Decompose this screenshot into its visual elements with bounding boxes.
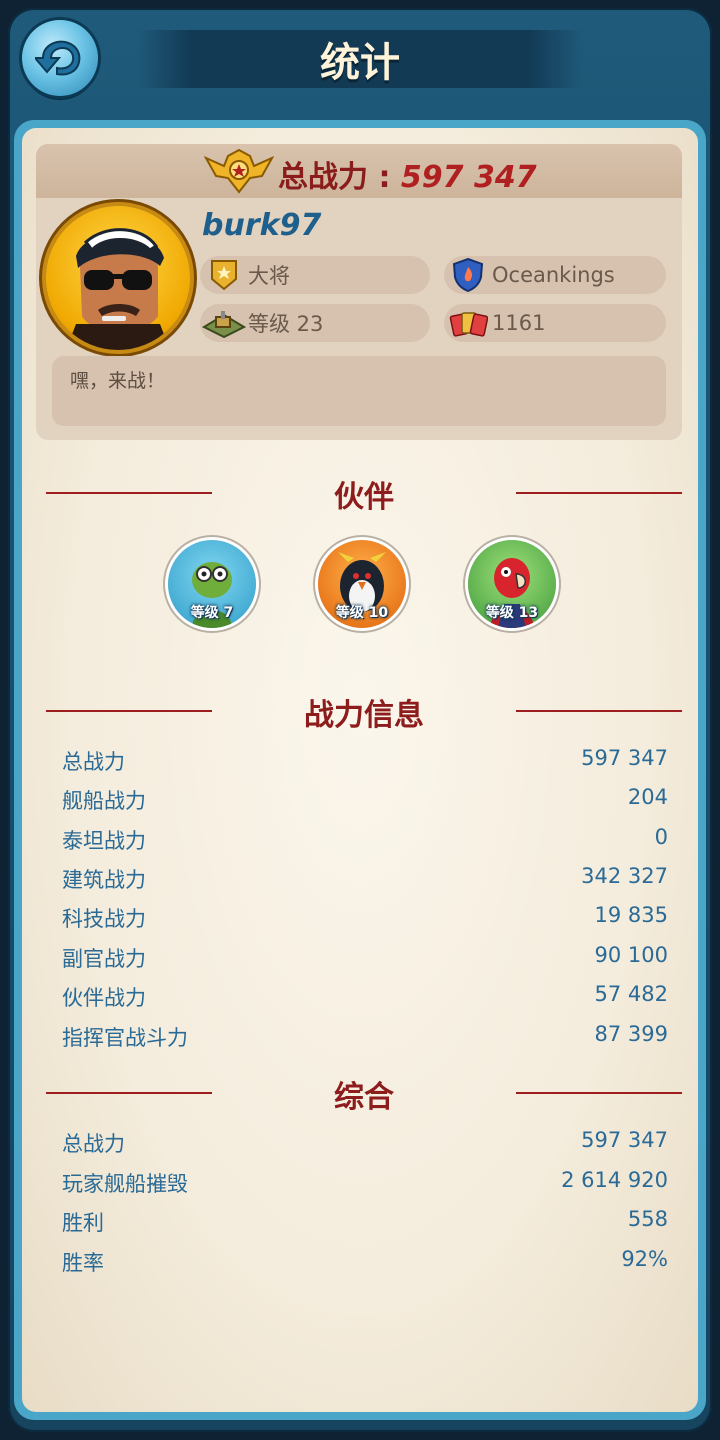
stat-row: 伙伴战力 57 482 — [62, 978, 668, 1016]
level-text: 等级 23 — [248, 312, 324, 336]
stat-value: 92% — [621, 1247, 668, 1271]
motto-text: 嘿，来战！ — [52, 356, 666, 426]
stat-value: 19 835 — [594, 903, 668, 927]
partner-level: 等级 7 — [190, 605, 234, 621]
divider-right — [516, 710, 682, 712]
stat-value: 2 614 920 — [561, 1168, 668, 1192]
stat-label: 总战力 — [62, 1132, 125, 1156]
total-power-value: 597 347 — [400, 160, 537, 195]
stat-label: 建筑战力 — [62, 868, 146, 892]
cards-pill: 1161 — [444, 304, 666, 342]
total-power-label: 总战力 : 597 347 — [278, 152, 537, 196]
stat-row: 泰坦战力 0 — [62, 821, 668, 859]
stat-row: 指挥官战斗力 87 399 — [62, 1018, 668, 1056]
stat-label: 玩家舰船摧毁 — [62, 1172, 188, 1196]
stat-label: 胜率 — [62, 1251, 104, 1275]
stat-row: 副官战力 90 100 — [62, 939, 668, 977]
stat-label: 指挥官战斗力 — [62, 1026, 188, 1050]
rank-text: 大将 — [248, 264, 290, 288]
stat-row: 科技战力 19 835 — [62, 899, 668, 937]
stat-row: 玩家舰船摧毁 2 614 920 — [62, 1164, 668, 1202]
commander-portrait-icon — [66, 228, 170, 350]
stat-label: 科技战力 — [62, 907, 146, 931]
stat-row: 总战力 597 347 — [62, 1124, 668, 1162]
stat-row: 胜率 92% — [62, 1243, 668, 1281]
stats-panel: 总战力 : 597 347 burk97 大将 Oceankings 等级 23… — [14, 120, 706, 1420]
stat-label: 副官战力 — [62, 947, 146, 971]
total-power-banner: 总战力 : 597 347 — [36, 144, 682, 198]
stat-value: 87 399 — [594, 1022, 668, 1046]
stat-value: 597 347 — [581, 746, 668, 770]
paper-background: 总战力 : 597 347 burk97 大将 Oceankings 等级 23… — [22, 128, 698, 1412]
partners-title: 伙伴 — [334, 480, 394, 515]
back-arrow-icon — [35, 40, 81, 76]
eagle-emblem-icon — [204, 148, 274, 194]
alliance-pill[interactable]: Oceankings — [444, 256, 666, 294]
stat-label: 泰坦战力 — [62, 829, 146, 853]
stat-label: 伙伴战力 — [62, 986, 146, 1010]
partner-level: 等级 10 — [335, 605, 389, 621]
alliance-shield-icon — [446, 256, 490, 294]
total-power-caption: 总战力 : — [278, 160, 391, 195]
power-info-section-header: 战力信息 — [46, 690, 682, 733]
stat-value: 0 — [654, 825, 668, 849]
level-pill: 等级 23 — [200, 304, 430, 342]
divider-right — [516, 1092, 682, 1094]
summary-title: 综合 — [334, 1080, 394, 1115]
partner-penguin[interactable]: 等级 10 — [318, 540, 406, 628]
stat-value: 204 — [627, 785, 668, 809]
stat-row: 总战力 597 347 — [62, 742, 668, 780]
partners-section-header: 伙伴 — [46, 472, 682, 515]
summary-section-header: 综合 — [46, 1072, 682, 1115]
title-bar: 统计 — [138, 30, 582, 88]
alliance-name: Oceankings — [492, 263, 615, 287]
stat-value: 342 327 — [581, 864, 668, 888]
page-title: 统计 — [320, 40, 400, 86]
stat-row: 舰船战力 204 — [62, 781, 668, 819]
cards-count: 1161 — [492, 311, 546, 335]
stat-label: 胜利 — [62, 1211, 104, 1235]
rank-pill: 大将 — [200, 256, 430, 294]
avatar[interactable] — [46, 206, 190, 350]
partner-parrot[interactable]: 等级 13 — [468, 540, 556, 628]
stat-value: 558 — [627, 1207, 668, 1231]
rank-insignia-icon — [202, 256, 246, 294]
stat-label: 总战力 — [62, 750, 125, 774]
back-button[interactable] — [22, 20, 98, 96]
partner-turtle[interactable]: 等级 7 — [168, 540, 256, 628]
stat-row: 建筑战力 342 327 — [62, 860, 668, 898]
cards-icon — [446, 304, 490, 342]
stat-label: 舰船战力 — [62, 789, 146, 813]
profile-card: 总战力 : 597 347 burk97 大将 Oceankings 等级 23… — [36, 144, 682, 440]
username: burk97 — [202, 208, 322, 243]
stat-value: 597 347 — [581, 1128, 668, 1152]
stat-row: 胜利 558 — [62, 1203, 668, 1241]
base-level-icon — [202, 304, 246, 342]
divider-right — [516, 492, 682, 494]
stat-value: 90 100 — [594, 943, 668, 967]
partner-level: 等级 13 — [485, 605, 539, 621]
stat-value: 57 482 — [594, 982, 668, 1006]
power-info-title: 战力信息 — [304, 698, 424, 733]
